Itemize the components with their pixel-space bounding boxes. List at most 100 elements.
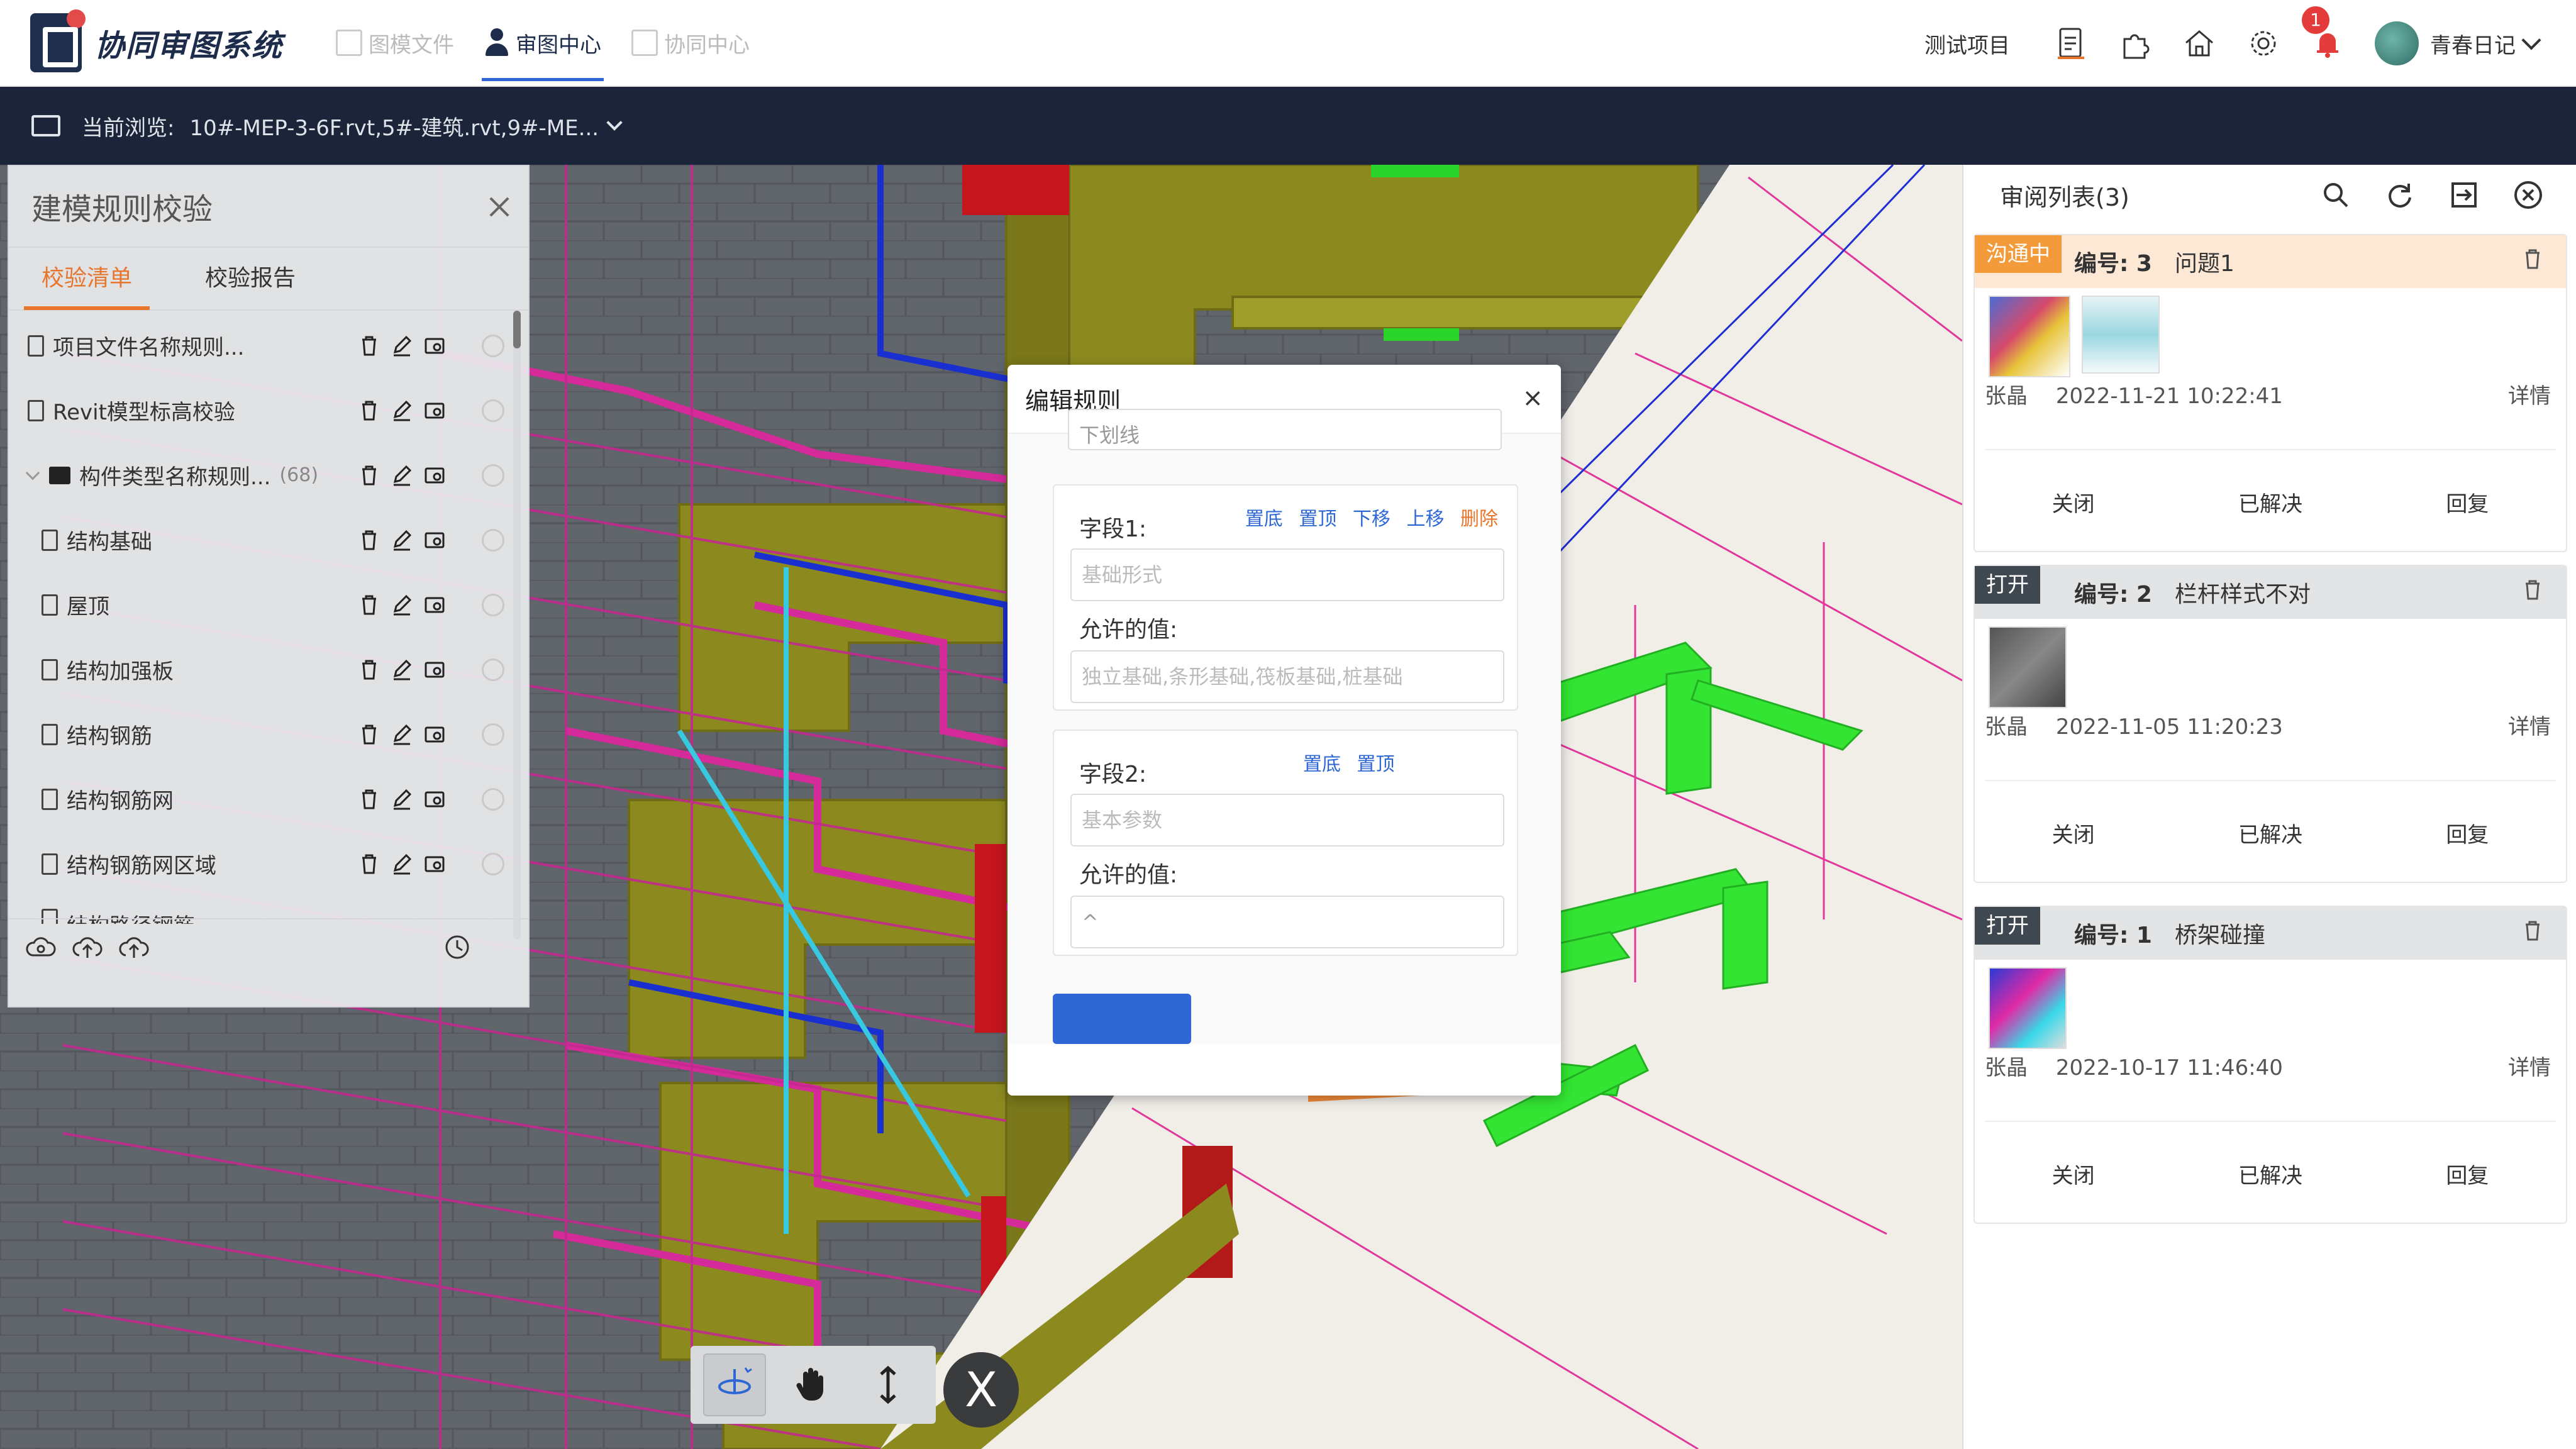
chevron-down-icon[interactable]	[606, 114, 623, 131]
pan-button[interactable]	[780, 1353, 843, 1416]
list-item-folder[interactable]: 构件类型名称规则... (68)	[9, 443, 518, 508]
home-icon[interactable]	[2182, 26, 2216, 60]
refresh-icon[interactable]	[2384, 179, 2416, 211]
close-issue-button[interactable]: 关闭	[1975, 1158, 2172, 1189]
resolve-button[interactable]: 已解决	[2172, 818, 2368, 848]
list-item[interactable]: Revit模型标高校验	[9, 378, 518, 443]
settings-image-icon[interactable]	[424, 594, 445, 616]
list-item[interactable]: 结构钢筋网	[9, 767, 518, 831]
resolve-button[interactable]: 已解决	[2172, 1158, 2368, 1189]
move-bottom-link[interactable]: 置底	[1303, 753, 1341, 775]
user-name[interactable]: 青春日记	[2430, 28, 2516, 59]
breadcrumb-files[interactable]: 10#-MEP-3-6F.rvt,5#-建筑.rvt,9#-ME...	[189, 111, 599, 142]
settings-image-icon[interactable]	[424, 788, 445, 811]
orbit-button[interactable]	[703, 1353, 766, 1416]
edit-icon[interactable]	[391, 399, 413, 422]
list-item[interactable]: 结构基础	[9, 508, 518, 572]
project-selector[interactable]: 测试项目	[1924, 28, 2010, 59]
trash-icon[interactable]	[2523, 919, 2542, 942]
issue-card[interactable]: 打开 编号: 2 栏杆样式不对 张晶 2022-11-05 11:20:23 详…	[1974, 565, 2567, 883]
tab-check-list[interactable]: 校验清单	[24, 247, 150, 310]
trash-icon[interactable]	[358, 788, 380, 811]
list-item[interactable]: 结构加强板	[9, 637, 518, 702]
tab-collab-center[interactable]: 协同中心	[616, 0, 765, 86]
field-name-input[interactable]: 基本参数	[1070, 794, 1504, 847]
select-radio[interactable]	[482, 464, 504, 487]
trash-icon[interactable]	[358, 529, 380, 552]
edit-icon[interactable]	[391, 594, 413, 616]
select-radio[interactable]	[482, 529, 504, 552]
close-toolbar-button[interactable]: X	[943, 1352, 1019, 1428]
list-item[interactable]: 项目文件名称规则...	[9, 313, 518, 378]
vertical-move-button[interactable]	[857, 1353, 919, 1416]
list-item[interactable]: 屋顶	[9, 572, 518, 637]
issue-thumbnail[interactable]	[2082, 296, 2160, 374]
avatar[interactable]	[2375, 21, 2419, 65]
settings-image-icon[interactable]	[424, 464, 445, 487]
trash-icon[interactable]	[358, 853, 380, 875]
detail-link[interactable]: 详情	[2508, 1050, 2551, 1081]
settings-image-icon[interactable]	[424, 529, 445, 552]
settings-image-icon[interactable]	[424, 658, 445, 681]
edit-icon[interactable]	[391, 335, 413, 357]
cloud-sync-icon[interactable]	[25, 931, 57, 963]
issue-thumbnail[interactable]	[1989, 296, 2070, 377]
trash-icon[interactable]	[358, 399, 380, 422]
expand-caret-icon[interactable]	[25, 465, 40, 480]
select-radio[interactable]	[482, 788, 504, 811]
tab-check-report[interactable]: 校验报告	[187, 247, 313, 310]
edit-icon[interactable]	[391, 853, 413, 875]
separator-input[interactable]: 下划线	[1068, 409, 1502, 450]
plugin-icon[interactable]	[2118, 26, 2152, 60]
trash-icon[interactable]	[2523, 248, 2542, 270]
move-bottom-link[interactable]: 置底	[1245, 508, 1283, 530]
chevron-down-icon[interactable]	[2521, 30, 2541, 50]
trash-icon[interactable]	[358, 464, 380, 487]
settings-image-icon[interactable]	[424, 399, 445, 422]
detail-link[interactable]: 详情	[2508, 709, 2551, 740]
issue-card[interactable]: 沟通中 编号: 3 问题1 张晶 2022-11-21 10:22:41 详情 …	[1974, 234, 2567, 552]
tab-review-center[interactable]: 审图中心	[469, 0, 616, 86]
list-item[interactable]: 结构钢筋网区域	[9, 831, 518, 896]
trash-icon[interactable]	[358, 594, 380, 616]
select-radio[interactable]	[482, 399, 504, 422]
trash-icon[interactable]	[358, 723, 380, 746]
report-icon[interactable]	[2054, 26, 2088, 60]
select-radio[interactable]	[482, 594, 504, 616]
edit-icon[interactable]	[391, 529, 413, 552]
app-logo[interactable]: 协同审图系统	[30, 9, 283, 72]
tab-model-files[interactable]: 图模文件	[321, 0, 469, 86]
allowed-values-input[interactable]: ^	[1070, 896, 1504, 948]
close-icon[interactable]: ×	[1522, 384, 1543, 413]
scrollbar-thumb[interactable]	[513, 311, 521, 348]
edit-icon[interactable]	[391, 723, 413, 746]
issue-thumbnail[interactable]	[1989, 967, 2067, 1049]
edit-icon[interactable]	[391, 658, 413, 681]
history-icon[interactable]	[441, 931, 473, 963]
select-radio[interactable]	[482, 658, 504, 681]
reply-button[interactable]: 回复	[2369, 1158, 2566, 1189]
resolve-button[interactable]: 已解决	[2172, 487, 2368, 518]
search-icon[interactable]	[2319, 179, 2352, 211]
gear-icon[interactable]	[2246, 26, 2280, 60]
delete-link[interactable]: 删除	[1460, 508, 1498, 530]
move-up-link[interactable]: 上移	[1406, 508, 1444, 530]
bell-icon[interactable]: 1	[2302, 6, 2345, 60]
move-down-link[interactable]: 下移	[1353, 508, 1391, 530]
trash-icon[interactable]	[358, 335, 380, 357]
issue-thumbnail[interactable]	[1989, 626, 2067, 708]
close-issue-button[interactable]: 关闭	[1975, 818, 2172, 848]
select-radio[interactable]	[482, 723, 504, 746]
scrollbar-track[interactable]	[513, 311, 521, 940]
issue-card[interactable]: 打开 编号: 1 桥架碰撞 张晶 2022-10-17 11:46:40 详情 …	[1974, 906, 2567, 1224]
settings-image-icon[interactable]	[424, 853, 445, 875]
move-top-link[interactable]: 置顶	[1299, 508, 1336, 530]
cloud-upload-icon[interactable]	[72, 931, 103, 963]
list-item[interactable]: 结构钢筋	[9, 702, 518, 767]
cloud-upload-alt-icon[interactable]	[118, 931, 150, 963]
export-icon[interactable]	[2448, 179, 2480, 211]
settings-image-icon[interactable]	[424, 723, 445, 746]
trash-icon[interactable]	[2523, 579, 2542, 601]
close-circle-icon[interactable]	[2512, 179, 2545, 211]
select-radio[interactable]	[482, 335, 504, 357]
